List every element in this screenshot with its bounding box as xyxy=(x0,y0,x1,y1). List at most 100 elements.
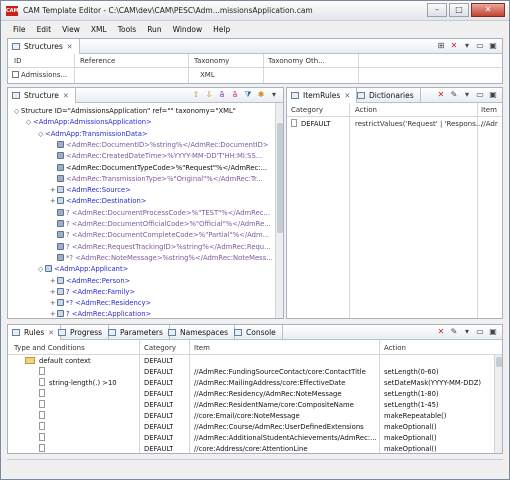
edit-icon[interactable]: ✎ xyxy=(449,90,459,100)
rule-row[interactable]: DEFAULT //core:Address/core:AttentionLine… xyxy=(9,444,492,455)
col-item[interactable]: Item xyxy=(481,106,497,114)
tree-node[interactable]: ◇ <AdmApp:Applicant> xyxy=(38,264,128,274)
minimize-panel-icon[interactable]: ▭ xyxy=(475,41,485,51)
maximize-panel-icon[interactable]: ▣ xyxy=(488,90,498,100)
new-structure-icon[interactable]: ⊞ xyxy=(436,41,446,51)
tree-node[interactable]: + <AdmRec:Source> xyxy=(50,185,131,195)
col-category[interactable]: Category xyxy=(291,106,323,114)
minimize-button[interactable]: – xyxy=(427,3,447,17)
row-checkbox[interactable] xyxy=(12,71,19,78)
tab-structure[interactable]: Structure ✕ xyxy=(8,88,76,103)
expand-icon[interactable]: + xyxy=(50,287,57,297)
filter-icon[interactable]: ⧩ xyxy=(243,90,253,100)
tree-node[interactable]: + ? <AdmRec:Application> xyxy=(50,309,151,319)
rule-row[interactable]: string-length(.) >10 DEFAULT //AdmRec:Mail… xyxy=(9,378,492,389)
expand-icon[interactable]: + xyxy=(50,276,57,286)
expand-icon[interactable]: + xyxy=(50,298,57,308)
tab-namespaces[interactable]: Namespaces xyxy=(164,325,236,340)
toggle-a-icon[interactable]: ā xyxy=(217,90,227,100)
rule-row[interactable]: DEFAULT //AdmRec:ResidentName/core:Compos… xyxy=(9,400,492,411)
arrow-down-icon[interactable]: ⇩ xyxy=(204,90,214,100)
element-leaf-icon xyxy=(57,174,64,182)
expand-icon[interactable]: ◇ xyxy=(38,129,45,139)
tab-console[interactable]: Console xyxy=(230,325,283,340)
delete-icon[interactable]: ✕ xyxy=(449,41,459,51)
col-reference[interactable]: Reference xyxy=(80,57,115,65)
rule-row[interactable]: DEFAULT //AdmRec:Residency/AdmRec:NoteMes… xyxy=(9,389,492,400)
rule-row[interactable]: default context DEFAULT xyxy=(9,356,492,367)
col-type-conditions[interactable]: Type and Conditions xyxy=(14,344,85,352)
col-item[interactable]: Item xyxy=(194,344,210,352)
expand-icon[interactable]: + xyxy=(50,185,57,195)
tree-node[interactable]: <AdmRec:DocumentID>%string%</AdmRec:Docu… xyxy=(50,140,269,150)
expand-icon[interactable]: + xyxy=(50,309,57,319)
tree-node[interactable]: ? <AdmRec:RequestTrackingID>%string%</Ad… xyxy=(50,242,271,252)
maximize-panel-icon[interactable]: ▣ xyxy=(488,41,498,51)
tree-scrollbar[interactable] xyxy=(275,103,283,318)
tree-node[interactable]: ◇ <AdmApp:TransmissionData> xyxy=(38,129,148,139)
tab-progress[interactable]: Progress xyxy=(54,325,110,340)
close-tab-icon[interactable]: ✕ xyxy=(63,92,69,100)
close-tab-icon[interactable]: ✕ xyxy=(344,92,350,100)
tree-node[interactable]: <AdmRec:TransmissionType>%"Original"%</A… xyxy=(50,174,263,184)
tab-dictionaries[interactable]: Dictionaries xyxy=(353,88,421,103)
close-tab-icon[interactable]: ✕ xyxy=(67,43,73,51)
expand-icon[interactable]: ◇ xyxy=(26,117,33,127)
tree-node[interactable]: + <AdmRec:Person> xyxy=(50,276,130,286)
view-menu-icon[interactable]: ▾ xyxy=(462,327,472,337)
edit-icon[interactable]: ✎ xyxy=(449,327,459,337)
expand-icon[interactable]: ◇ xyxy=(38,264,45,274)
view-menu-icon[interactable]: ▾ xyxy=(269,90,279,100)
col-id[interactable]: ID xyxy=(14,57,21,65)
col-action[interactable]: Action xyxy=(384,344,406,352)
tree-node[interactable]: ? <AdmRec:DocumentProcessCode>%"TEST"%</… xyxy=(50,208,270,218)
toggle-b-icon[interactable]: ā xyxy=(230,90,240,100)
menu-file[interactable]: File xyxy=(13,25,26,34)
tree-node[interactable]: ? <AdmRec:DocumentOfficialCode>%"Officia… xyxy=(50,219,271,229)
tree-node[interactable]: *? <AdmRec:NoteMessage>%string%</AdmRec:… xyxy=(50,253,273,263)
rule-row[interactable]: DEFAULT //AdmRec:Course/AdmRec:UserDefine… xyxy=(9,422,492,433)
tree-node[interactable]: ? <AdmRec:DocumentCompleteCode>%"Partial… xyxy=(50,230,269,240)
tab-structures[interactable]: Structures ✕ xyxy=(8,39,80,54)
arrow-up-icon[interactable]: ⇧ xyxy=(191,90,201,100)
menu-tools[interactable]: Tools xyxy=(118,25,136,34)
rule-row[interactable]: DEFAULT //AdmRec:FundingSourceContact/cor… xyxy=(9,367,492,378)
expand-icon[interactable]: ◇ xyxy=(14,106,21,116)
tree-node[interactable]: <AdmRec:CreatedDateTime>%YYYY-MM-DD'T'HH… xyxy=(50,151,262,161)
tree-node[interactable]: + <AdmRec:Destination> xyxy=(50,196,146,206)
menu-window[interactable]: Window xyxy=(173,25,203,34)
menu-run[interactable]: Run xyxy=(147,25,161,34)
tree-node[interactable]: <AdmRec:DocumentTypeCode>%"Request"%</Ad… xyxy=(50,163,267,173)
scroll-thumb[interactable] xyxy=(496,357,502,367)
col-taxonomy-other[interactable]: Taxonomy Oth... xyxy=(268,57,325,65)
rule-row[interactable]: DEFAULT //core:Email/core:NoteMessage make… xyxy=(9,411,492,422)
settings-icon[interactable]: ✱ xyxy=(256,90,266,100)
tree-node[interactable]: + *? <AdmRec:Residency> xyxy=(50,298,151,308)
menu-help[interactable]: Help xyxy=(213,25,230,34)
view-menu-icon[interactable]: ▾ xyxy=(462,90,472,100)
view-menu-icon[interactable]: ▾ xyxy=(462,41,472,51)
minimize-panel-icon[interactable]: ▭ xyxy=(475,90,485,100)
tree-node[interactable]: ◇ Structure ID="AdmissionsApplication" re… xyxy=(14,106,236,116)
menu-view[interactable]: View xyxy=(62,25,80,34)
maximize-button[interactable]: □ xyxy=(449,3,469,17)
expand-icon[interactable]: + xyxy=(50,196,57,206)
tab-parameters[interactable]: Parameters xyxy=(104,325,170,340)
rule-row[interactable]: DEFAULT //AdmRec:AdditionalStudentAchieve… xyxy=(9,433,492,444)
col-taxonomy[interactable]: Taxonomy xyxy=(194,57,229,65)
structure-row[interactable]: Admissions... xyxy=(12,71,67,79)
menu-edit[interactable]: Edit xyxy=(37,25,52,34)
scroll-thumb[interactable] xyxy=(277,123,283,233)
close-window-button[interactable]: ✕ xyxy=(471,3,505,17)
tab-itemrules[interactable]: ItemRules ✕ xyxy=(287,88,358,103)
col-category[interactable]: Category xyxy=(144,344,176,352)
tree-node[interactable]: ◇ <AdmApp:AdmissionsApplication> xyxy=(26,117,152,127)
menu-xml[interactable]: XML xyxy=(91,25,107,34)
delete-icon[interactable]: ✕ xyxy=(436,90,446,100)
maximize-panel-icon[interactable]: ▣ xyxy=(488,327,498,337)
col-action[interactable]: Action xyxy=(355,106,377,114)
tree-node[interactable]: + ? <AdmRec:Family> xyxy=(50,287,135,297)
delete-icon[interactable]: ✕ xyxy=(436,327,446,337)
rules-scrollbar[interactable] xyxy=(494,355,502,453)
minimize-panel-icon[interactable]: ▭ xyxy=(475,327,485,337)
